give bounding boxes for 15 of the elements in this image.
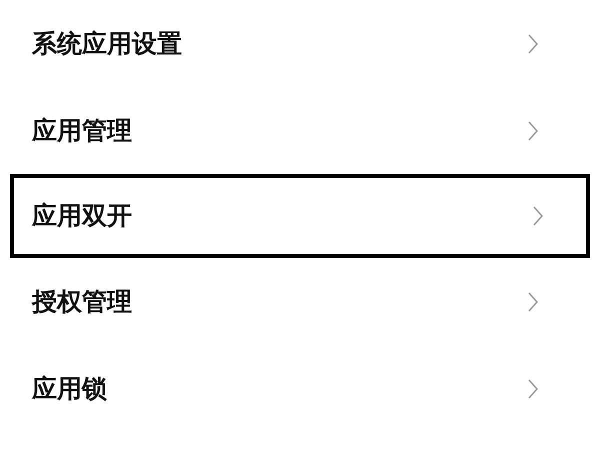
- chevron-right-icon: [528, 378, 538, 398]
- chevron-right-icon: [528, 292, 538, 312]
- settings-item[interactable]: 应用管理: [0, 87, 600, 174]
- chevron-right-icon: [528, 120, 538, 140]
- item-label: 应用锁: [32, 372, 107, 405]
- item-label: 授权管理: [32, 286, 132, 318]
- settings-item[interactable]: 应用双开: [10, 174, 590, 258]
- settings-item[interactable]: 系统应用设置: [0, 0, 600, 87]
- settings-item[interactable]: 授权管理: [0, 258, 600, 345]
- settings-item[interactable]: 应用锁: [0, 345, 600, 432]
- item-label: 系统应用设置: [32, 28, 182, 60]
- chevron-right-icon: [533, 206, 543, 226]
- chevron-right-icon: [528, 34, 538, 54]
- item-label: 应用双开: [32, 200, 132, 232]
- item-label: 应用管理: [32, 114, 132, 147]
